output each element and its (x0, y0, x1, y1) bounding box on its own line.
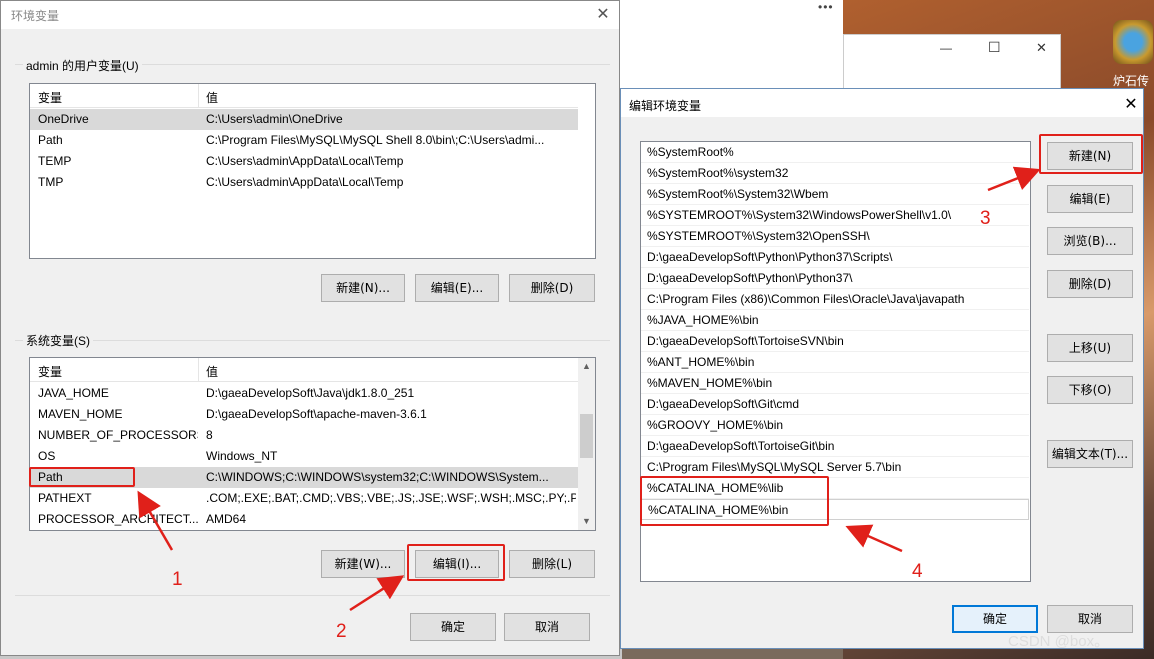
arrow-3 (987, 166, 1041, 192)
watermark: CSDN @box。 (1008, 633, 1110, 650)
arrow-1 (137, 490, 174, 551)
annotation-arrows (137, 166, 1041, 612)
annotation-number-4: 4 (912, 561, 923, 582)
annotation-number-2: 2 (336, 621, 347, 642)
annotation-number-1: 1 (172, 569, 183, 590)
annotation-number-3: 3 (980, 208, 991, 229)
arrow-4 (845, 524, 903, 553)
arrow-2 (349, 575, 405, 612)
